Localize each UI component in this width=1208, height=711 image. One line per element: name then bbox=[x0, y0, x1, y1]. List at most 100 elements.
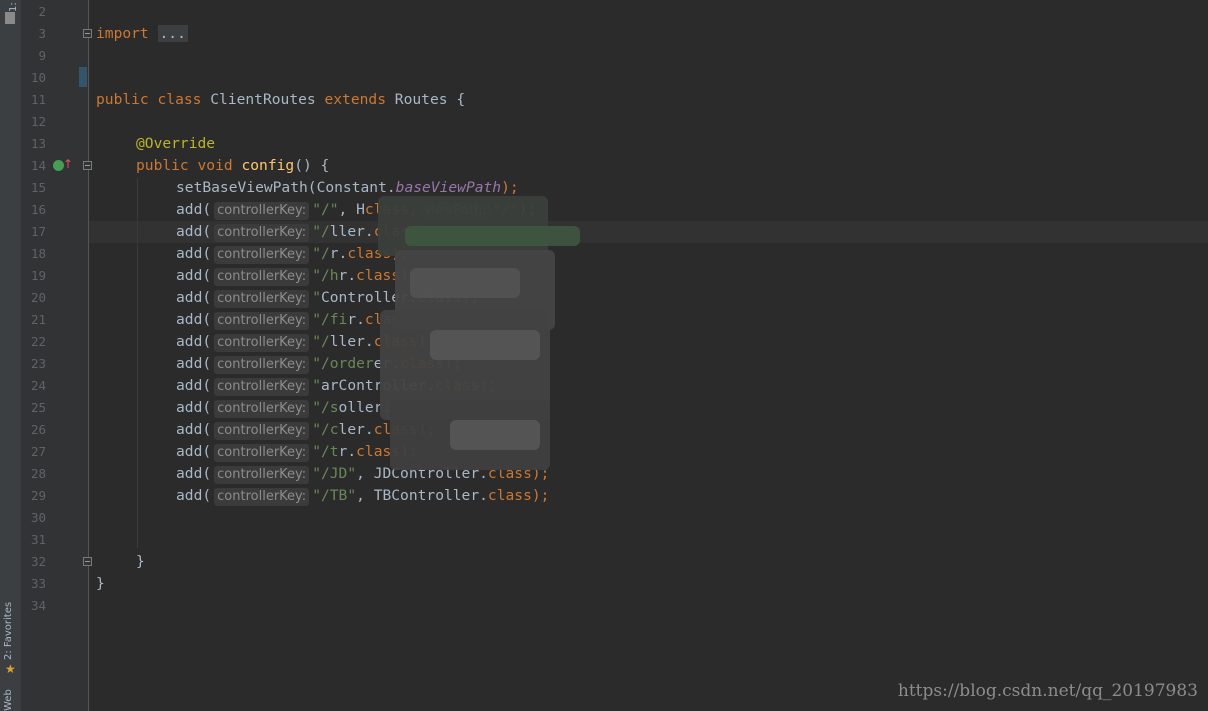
route-string: "/t bbox=[312, 443, 339, 460]
line-number: 18 bbox=[30, 246, 46, 261]
add-call: add( bbox=[176, 421, 212, 438]
line-number: 20 bbox=[30, 290, 46, 305]
line-number: 32 bbox=[30, 554, 46, 569]
class-keyword: class bbox=[157, 91, 202, 108]
line-number: 31 bbox=[30, 532, 46, 547]
add-call: add( bbox=[176, 399, 212, 416]
add-call: add( bbox=[176, 355, 212, 372]
fold-method-end-icon[interactable] bbox=[83, 557, 92, 566]
controller-ref: r. bbox=[329, 245, 348, 262]
void-keyword: void bbox=[197, 157, 233, 174]
route-string: "/ bbox=[312, 333, 330, 350]
add-call: add( bbox=[176, 223, 212, 240]
controllerkey-hint: controllerKey: bbox=[214, 488, 310, 506]
gutter-divider bbox=[88, 0, 89, 711]
line-number: 21 bbox=[30, 312, 46, 327]
baseviewpath-field: baseViewPath bbox=[395, 179, 502, 196]
line-number: 22 bbox=[30, 334, 46, 349]
code-line-add[interactable]: add(controllerKey:"/r.class); bbox=[176, 243, 409, 265]
controller-ref: r. bbox=[347, 311, 365, 328]
route-string: "/s bbox=[312, 399, 339, 416]
controllerkey-hint: controllerKey: bbox=[214, 444, 310, 462]
route-string: "/JD" bbox=[312, 465, 357, 482]
add-call: add( bbox=[176, 289, 212, 306]
project-tool-icon[interactable] bbox=[5, 12, 15, 24]
code-line-add[interactable]: add(controllerKey:"/tr.class); bbox=[176, 441, 418, 463]
line-number: 9 bbox=[38, 48, 46, 63]
controller-ref: r. bbox=[338, 443, 357, 460]
code-line-annotation[interactable]: @Override bbox=[136, 133, 215, 155]
controllerkey-hint: controllerKey: bbox=[214, 312, 310, 330]
line-number: 11 bbox=[30, 92, 46, 107]
line-number: 12 bbox=[30, 114, 46, 129]
controllerkey-hint: controllerKey: bbox=[214, 202, 310, 220]
project-tool-label[interactable]: 1: bbox=[8, 2, 19, 12]
add-call: add( bbox=[176, 311, 212, 328]
statement-end: ); bbox=[501, 179, 519, 196]
parent-class: Routes bbox=[394, 91, 448, 108]
method-name: config bbox=[241, 157, 295, 174]
close-brace: } bbox=[96, 575, 105, 592]
class-keyword: class bbox=[356, 267, 401, 284]
code-line-add[interactable]: add(controllerKey:"/hr.class); bbox=[176, 265, 418, 287]
class-name: ClientRoutes bbox=[210, 91, 316, 108]
caret-marker bbox=[79, 67, 87, 87]
line-number: 23 bbox=[30, 356, 46, 371]
line-number: 24 bbox=[30, 378, 46, 393]
add-call: add( bbox=[176, 333, 212, 350]
controller-ref: , TBController. bbox=[356, 487, 488, 504]
code-line-import[interactable]: import ... bbox=[96, 23, 188, 45]
override-annotation: @Override bbox=[136, 135, 216, 152]
arrow-up-icon: ↑ bbox=[63, 157, 74, 171]
fold-import-icon[interactable] bbox=[83, 29, 92, 38]
controllerkey-hint: controllerKey: bbox=[214, 466, 310, 484]
line-number: 13 bbox=[30, 136, 46, 151]
add-call: add( bbox=[176, 377, 212, 394]
add-call: add( bbox=[176, 487, 212, 504]
line-number: 29 bbox=[30, 488, 46, 503]
line-number: 34 bbox=[30, 598, 46, 613]
controllerkey-hint: controllerKey: bbox=[214, 268, 310, 286]
fold-method-icon[interactable] bbox=[83, 161, 92, 170]
controllerkey-hint: controllerKey: bbox=[214, 334, 310, 352]
statement-end: ); bbox=[531, 487, 550, 504]
route-string: "/ bbox=[312, 245, 330, 262]
add-call: add( bbox=[176, 443, 212, 460]
code-line-class[interactable]: public class ClientRoutes extends Routes… bbox=[96, 89, 465, 111]
web-tool-label[interactable]: Web bbox=[3, 689, 14, 711]
close-brace: } bbox=[136, 553, 145, 570]
code-line-config[interactable]: public void config() { bbox=[136, 155, 329, 177]
code-line-close-class[interactable]: } bbox=[96, 573, 105, 595]
watermark: https://blog.csdn.net/qq_20197983 bbox=[897, 681, 1198, 701]
route-string: " bbox=[312, 289, 321, 306]
extends-keyword: extends bbox=[324, 91, 386, 108]
indent-guide bbox=[137, 178, 138, 548]
route-string: "/" bbox=[312, 201, 339, 218]
controller-ref: ller. bbox=[329, 333, 374, 350]
code-line-close-method[interactable]: } bbox=[136, 551, 145, 573]
add-call: add( bbox=[176, 201, 212, 218]
route-string: "/fi bbox=[312, 311, 348, 328]
route-string: "/TB" bbox=[312, 487, 357, 504]
route-string: "/order bbox=[312, 355, 374, 372]
controller-ref: ler. bbox=[338, 421, 374, 438]
line-number: 15 bbox=[30, 180, 46, 195]
line-number: 30 bbox=[30, 510, 46, 525]
star-icon[interactable]: ★ bbox=[5, 662, 16, 676]
route-string: " bbox=[312, 377, 321, 394]
favorites-tool-label[interactable]: 2: Favorites bbox=[3, 602, 14, 660]
import-folded[interactable]: ... bbox=[157, 25, 188, 42]
add-call: add( bbox=[176, 267, 212, 284]
route-string: "/c bbox=[312, 421, 339, 438]
controllerkey-hint: controllerKey: bbox=[214, 356, 310, 374]
line-number: 10 bbox=[30, 70, 46, 85]
controller-ref: , H bbox=[338, 201, 365, 218]
line-number: 33 bbox=[30, 576, 46, 591]
line-number: 2 bbox=[38, 4, 46, 19]
code-line-add[interactable]: add(controllerKey: "/TB", TBController.cl… bbox=[176, 485, 549, 507]
import-keyword: import bbox=[96, 25, 149, 42]
public-keyword: public bbox=[96, 91, 149, 108]
controller-ref: ller. bbox=[329, 223, 374, 240]
public-keyword: public bbox=[136, 157, 189, 174]
add-call: add( bbox=[176, 465, 212, 482]
